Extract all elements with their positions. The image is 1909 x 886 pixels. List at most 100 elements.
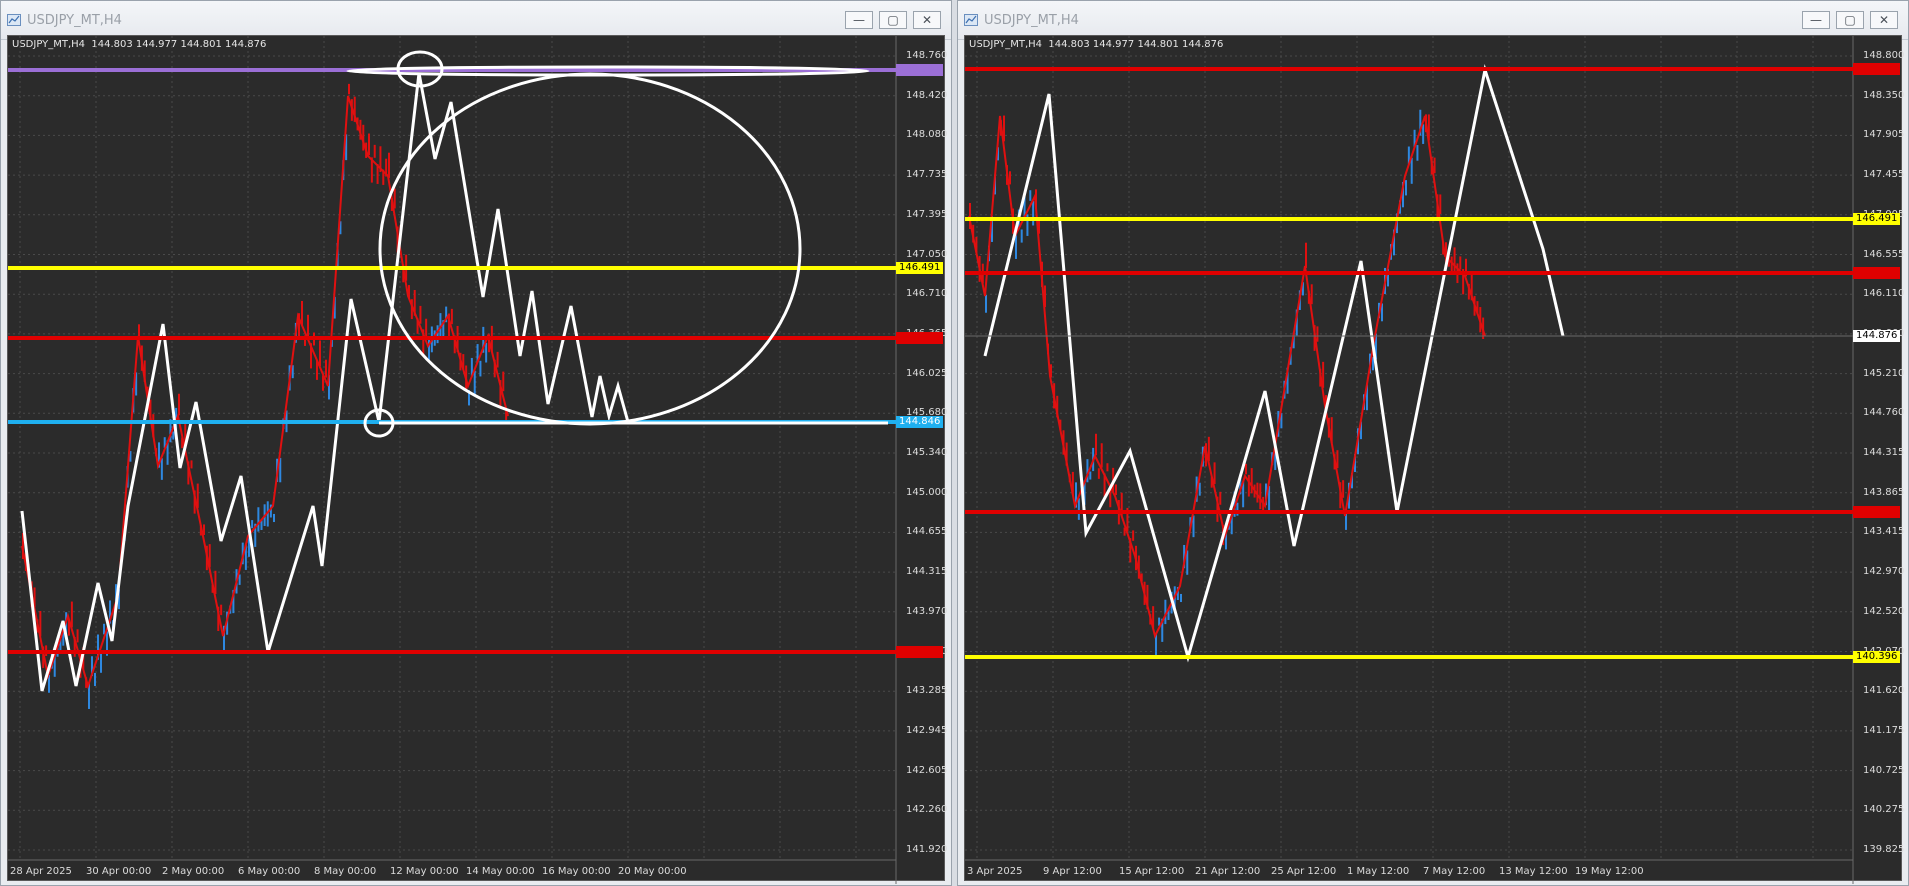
price-tick-label: 147.050 — [906, 248, 948, 260]
restore-icon[interactable]: ▢ — [1836, 11, 1864, 29]
chart-window-icon — [7, 14, 21, 26]
chart-window-icon — [964, 14, 978, 26]
chart-window-left[interactable]: USDJPY_MT,H4 — ▢ ✕ USDJPY_MT,H4 144.803 … — [0, 0, 952, 886]
time-tick-label: 15 Apr 12:00 — [1119, 866, 1185, 877]
price-tick-label: 145.000 — [906, 486, 948, 498]
time-tick-label: 13 May 12:00 — [1499, 866, 1568, 877]
price-tick-label: 143.285 — [906, 685, 948, 697]
price-tick-label: 145.340 — [906, 447, 948, 458]
price-tick-label: 141.175 — [1863, 724, 1905, 736]
window-title: USDJPY_MT,H4 — [984, 13, 1079, 28]
price-tick-label: 147.905 — [1863, 129, 1905, 141]
chart-canvas — [965, 36, 1854, 884]
candle — [502, 371, 505, 392]
candle — [76, 629, 79, 643]
candle — [1097, 468, 1100, 479]
price-tick-label: 142.970 — [1863, 566, 1905, 578]
level-price-tag: 148.591 — [896, 64, 944, 76]
candle — [1029, 190, 1032, 201]
candle — [1416, 145, 1419, 161]
price-tick-label: 146.555 — [1863, 248, 1905, 260]
price-tick-label: 146.025 — [906, 367, 948, 379]
candle — [319, 340, 321, 367]
price-tick-label: 140.725 — [1863, 764, 1905, 776]
price-tick-label: 148.760 — [906, 50, 948, 61]
price-tick-label: 144.655 — [906, 526, 948, 538]
level-price-tag: 146.491 — [1853, 213, 1901, 225]
zigzag-line — [983, 64, 1565, 663]
price-tick-label: 142.520 — [1863, 605, 1905, 617]
time-tick-label: 7 May 12:00 — [1423, 866, 1486, 877]
time-tick-label: 20 May 00:00 — [618, 866, 687, 877]
close-icon[interactable]: ✕ — [1870, 11, 1898, 29]
candle — [373, 144, 376, 158]
restore-icon[interactable]: ▢ — [879, 11, 907, 29]
candle — [496, 351, 499, 368]
price-tick-label: 139.825 — [1863, 844, 1905, 855]
candle — [1453, 247, 1456, 274]
candle — [368, 133, 370, 156]
price-chart[interactable]: USDJPY_MT,H4 144.803 144.977 144.801 144… — [964, 35, 1905, 884]
price-line — [968, 115, 1486, 639]
time-tick-label: 21 Apr 12:00 — [1195, 866, 1261, 877]
candle — [393, 188, 396, 209]
minimize-icon[interactable]: — — [845, 11, 873, 29]
price-tick-label: 142.260 — [906, 804, 948, 816]
price-chart[interactable]: USDJPY_MT,H4 144.803 144.977 144.801 144… — [7, 35, 948, 884]
candle — [1459, 256, 1462, 270]
candle — [1433, 157, 1436, 174]
price-tick-label: 148.350 — [1863, 89, 1905, 101]
candle — [425, 318, 428, 337]
candle — [985, 295, 987, 313]
price-tick-label: 145.210 — [1863, 367, 1905, 379]
candle — [1020, 229, 1023, 243]
price-tick-label: 141.620 — [1863, 685, 1905, 697]
chart-canvas — [8, 36, 897, 884]
level-price-tag: 142.416 — [896, 646, 944, 658]
chart-window-right[interactable]: USDJPY_MT,H4 — ▢ ✕ USDJPY_MT,H4 144.803 … — [957, 0, 1909, 886]
candle — [160, 458, 163, 480]
zigzag-line — [20, 72, 630, 692]
candle — [348, 83, 350, 95]
candle — [1095, 433, 1097, 456]
candle — [1100, 443, 1103, 468]
candle — [1250, 468, 1253, 494]
time-tick-label: 8 May 00:00 — [314, 866, 377, 877]
time-tick-label: 9 Apr 12:00 — [1043, 866, 1102, 877]
price-tick-label: 146.110 — [1863, 288, 1905, 300]
price-tick-label: 148.420 — [906, 89, 948, 101]
candle — [1316, 326, 1319, 342]
level-price-tag: 142.416 — [1853, 506, 1901, 518]
price-tick-label: 143.865 — [1863, 486, 1905, 498]
candle — [1245, 463, 1247, 475]
candle — [1422, 124, 1425, 144]
candle — [1305, 242, 1307, 268]
candle — [100, 651, 102, 673]
time-tick-label: 1 May 12:00 — [1347, 866, 1410, 877]
candle — [190, 460, 193, 469]
candle — [388, 152, 390, 178]
price-tick-label: 143.970 — [906, 605, 948, 617]
time-tick-label: 12 May 00:00 — [390, 866, 459, 877]
candle — [1115, 484, 1117, 496]
price-tick-label: 146.710 — [906, 288, 948, 300]
candle — [1405, 180, 1407, 196]
time-tick-label: 3 Apr 2025 — [967, 866, 1023, 877]
candle — [1213, 462, 1216, 485]
minimize-icon[interactable]: — — [1802, 11, 1830, 29]
close-icon[interactable]: ✕ — [913, 11, 941, 29]
level-price-tag: 145.594 — [896, 332, 944, 344]
price-tick-label: 144.760 — [1863, 407, 1905, 419]
candle — [94, 672, 96, 687]
candle — [273, 513, 275, 523]
price-tick-label: 147.455 — [1863, 169, 1905, 181]
candle — [1032, 201, 1035, 226]
price-tick-label: 143.415 — [1863, 526, 1905, 538]
candle — [1219, 491, 1222, 505]
candle — [1132, 530, 1135, 541]
candle — [257, 507, 260, 532]
candle — [1342, 480, 1345, 498]
candle — [172, 431, 175, 440]
price-tick-label: 144.315 — [906, 566, 948, 578]
price-tick-label: 147.735 — [906, 169, 948, 181]
